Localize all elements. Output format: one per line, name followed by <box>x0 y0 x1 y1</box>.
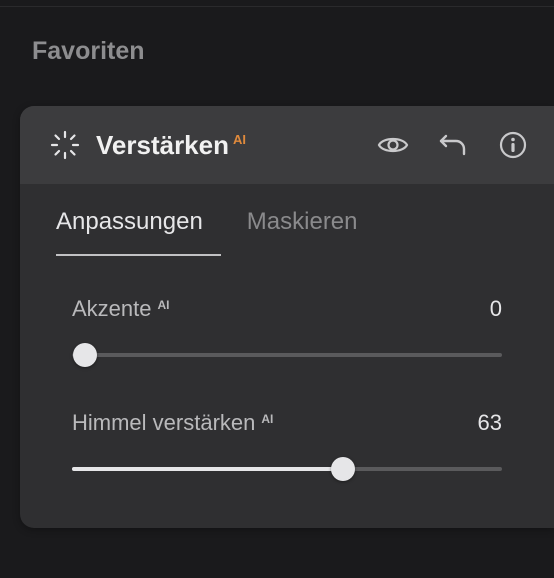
slider-row: Akzente AI 0 <box>72 296 502 322</box>
slider-label-sky: Himmel verstärken AI <box>72 410 273 436</box>
tab-adjustments[interactable]: Anpassungen <box>56 208 203 236</box>
panel-header: Verstärken AI <box>20 106 554 184</box>
enhance-panel: Verstärken AI <box>20 106 554 528</box>
tab-masking[interactable]: Maskieren <box>247 208 358 236</box>
slider-row: Himmel verstärken AI 63 <box>72 410 502 436</box>
enhance-icon <box>50 130 80 160</box>
slider-accents: Akzente AI 0 <box>72 296 502 370</box>
slider-label-text: Akzente <box>72 296 152 322</box>
slider-sky-enhance: Himmel verstärken AI 63 <box>72 410 502 484</box>
ai-badge-small: AI <box>158 298 170 312</box>
undo-icon[interactable] <box>436 128 470 162</box>
track-bg <box>72 353 502 357</box>
info-icon[interactable] <box>496 128 530 162</box>
slider-thumb[interactable] <box>331 457 355 481</box>
slider-label-text: Himmel verstärken <box>72 410 255 436</box>
header-actions <box>376 128 530 162</box>
slider-value-sky: 63 <box>478 410 502 436</box>
eye-icon[interactable] <box>376 128 410 162</box>
slider-value-accents: 0 <box>490 296 502 322</box>
slider-track-accents[interactable] <box>72 340 502 370</box>
favorites-heading: Favoriten <box>0 7 554 106</box>
sliders-container: Akzente AI 0 Himmel verstärken AI 63 <box>20 256 554 528</box>
tabs: Anpassungen Maskieren <box>20 184 554 254</box>
panel-title-text: Verstärken <box>96 130 229 161</box>
track-fill <box>72 467 343 471</box>
tab-underline <box>56 254 518 256</box>
slider-thumb[interactable] <box>73 343 97 367</box>
ai-badge-small: AI <box>261 412 273 426</box>
slider-track-sky[interactable] <box>72 454 502 484</box>
slider-label-accents: Akzente AI <box>72 296 170 322</box>
panel-title: Verstärken AI <box>96 130 246 161</box>
ai-badge: AI <box>233 132 246 147</box>
